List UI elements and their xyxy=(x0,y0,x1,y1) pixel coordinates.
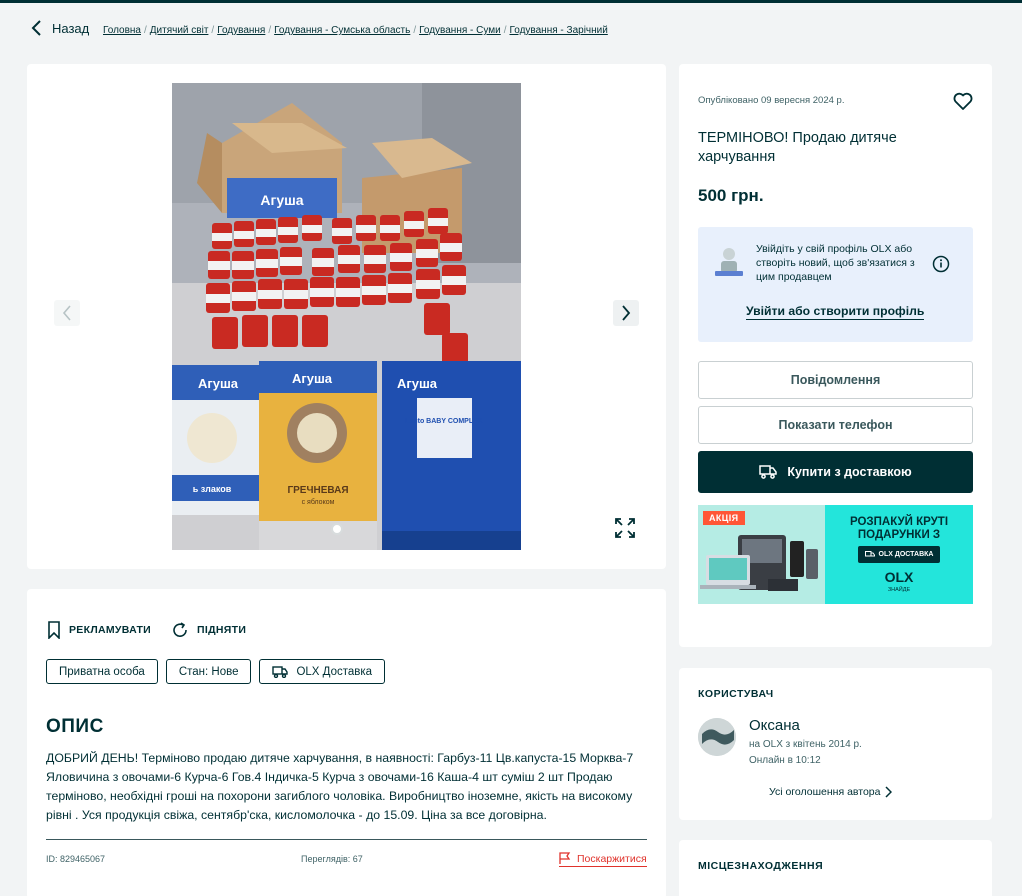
location-section-title: МІСЦЕЗНАХОДЖЕННЯ xyxy=(698,860,824,872)
promo-headline: РОЗПАКУЙ КРУТІ ПОДАРУНКИ З xyxy=(849,516,949,541)
chevron-left-icon xyxy=(62,305,71,321)
back-link[interactable]: Назад xyxy=(30,19,89,37)
box-logo-text: Агуша xyxy=(260,192,303,208)
seller-section-title: КОРИСТУВАЧ xyxy=(698,688,774,700)
raise-label: ПІДНЯТИ xyxy=(197,624,247,636)
seller-since: на OLX з квітень 2014 р. xyxy=(749,739,862,750)
breadcrumb: Головна / Дитячий світ / Годування / Годування… xyxy=(103,25,608,36)
tag-list: Приватна особа Стан: Нове OLX Доставка xyxy=(46,659,386,684)
top-bar xyxy=(0,0,1022,3)
box3-label: Lacto BABY COMPLEX xyxy=(406,418,483,425)
promo-chip-label: OLX ДОСТАВКА xyxy=(878,551,934,558)
raise-button[interactable]: ПІДНЯТИ xyxy=(171,621,246,639)
views-count: Переглядів: 67 xyxy=(301,854,363,864)
all-ads-label: Усі оголошення автора xyxy=(769,786,881,798)
show-phone-button[interactable]: Показати телефон xyxy=(698,406,973,444)
buy-button-label: Купити з доставкою xyxy=(787,465,912,479)
tag-label: Приватна особа xyxy=(59,665,145,678)
promote-button[interactable]: РЕКЛАМУВАТИ xyxy=(47,621,151,639)
listing-sidebar: Опубліковано 09 вересня 2024 р. ТЕРМІНОВ… xyxy=(679,64,992,647)
refresh-icon xyxy=(173,622,187,637)
olx-logo: OLX xyxy=(884,569,914,585)
info-icon[interactable] xyxy=(932,255,950,273)
seller-online: Онлайн в 10:12 xyxy=(749,755,821,766)
promote-label: РЕКЛАМУВАТИ xyxy=(69,624,152,636)
buy-with-delivery-button[interactable]: Купити з доставкою xyxy=(698,451,973,493)
login-prompt-text: Увійдіть у свій профіль OLX або створіть… xyxy=(756,243,915,283)
breadcrumb-home[interactable]: Головна xyxy=(103,25,141,36)
bookmark-icon xyxy=(48,621,60,639)
avatar[interactable] xyxy=(698,718,736,756)
heart-icon xyxy=(953,92,973,110)
published-date: Опубліковано 09 вересня 2024 р. xyxy=(698,95,845,106)
promo-sub: ЗНАЙДЕ xyxy=(887,587,911,593)
fullscreen-button[interactable] xyxy=(611,514,639,542)
baby-food-photo: Агуша Агуша ь злаков Агуша ГРЕЧНЕВАЯ с я… xyxy=(172,83,521,550)
back-label: Назад xyxy=(52,20,90,36)
box1-logo: Агуша xyxy=(198,376,239,391)
photo-indicator-dot[interactable] xyxy=(331,523,343,535)
truck-icon xyxy=(759,465,778,479)
description-text: ДОБРИЙ ДЕНЬ! Терміново продаю дитяче хар… xyxy=(46,751,634,822)
seller-name[interactable]: Оксана xyxy=(749,717,800,734)
breadcrumb-kids[interactable]: Дитячий світ xyxy=(150,25,209,36)
breadcrumb-feeding-city[interactable]: Годування - Суми xyxy=(419,25,501,36)
tag-label: OLX Доставка xyxy=(296,665,373,678)
all-seller-ads-link[interactable]: Усі оголошення автора xyxy=(769,786,893,798)
message-button[interactable]: Повідомлення xyxy=(698,361,973,399)
report-label: Поскаржитися xyxy=(577,852,647,865)
box2-sublabel: с яблоком xyxy=(302,498,335,506)
login-link[interactable]: Увійти або створити профіль xyxy=(746,304,925,320)
chevron-left-icon xyxy=(31,20,41,36)
login-prompt-box: Увійдіть у свій профіль OLX або створіть… xyxy=(698,227,973,342)
chevron-right-icon xyxy=(885,786,893,798)
listing-title: ТЕРМІНОВО! Продаю дитяче харчування xyxy=(698,130,897,165)
promo-banner-image: АКЦІЯ xyxy=(698,505,825,604)
prev-photo-button[interactable] xyxy=(54,300,80,326)
tag-private-person: Приватна особа xyxy=(46,659,158,684)
seller-card: КОРИСТУВАЧ Оксана на OLX з квітень 2014 … xyxy=(679,668,992,820)
description-title: ОПИС xyxy=(46,716,104,737)
location-card: МІСЦЕЗНАХОДЖЕННЯ xyxy=(679,840,992,896)
promo-badge: АКЦІЯ xyxy=(703,511,745,525)
listing-photo[interactable]: Агуша Агуша ь злаков Агуша ГРЕЧНЕВАЯ с я… xyxy=(172,83,521,550)
flag-icon xyxy=(559,852,571,864)
box3-logo: Агуша xyxy=(397,376,438,391)
tag-olx-delivery: OLX Доставка xyxy=(259,659,386,684)
next-photo-button[interactable] xyxy=(613,300,639,326)
breadcrumb-feeding-district[interactable]: Годування - Зарічний xyxy=(510,25,608,36)
favorite-button[interactable] xyxy=(952,90,974,112)
promo-chip: OLX ДОСТАВКА xyxy=(858,546,940,563)
report-button[interactable]: Поскаржитися xyxy=(559,852,647,867)
box2-label: ГРЕЧНЕВАЯ xyxy=(287,485,348,496)
listing-id: ID: 829465067 xyxy=(46,854,106,864)
box1-label: ь злаков xyxy=(193,484,232,494)
breadcrumb-feeding[interactable]: Годування xyxy=(217,25,265,36)
truck-icon xyxy=(272,665,289,678)
chevron-right-icon xyxy=(622,305,631,321)
profile-illustration-icon xyxy=(713,245,747,279)
tag-label: Стан: Нове xyxy=(178,665,239,678)
expand-icon xyxy=(615,518,635,538)
promo-banner-text: РОЗПАКУЙ КРУТІ ПОДАРУНКИ З OLX ДОСТАВКА … xyxy=(825,505,973,604)
tag-condition: Стан: Нове xyxy=(165,659,252,684)
divider xyxy=(46,839,647,840)
breadcrumb-feeding-region[interactable]: Годування - Сумська область xyxy=(274,25,410,36)
listing-details: РЕКЛАМУВАТИ ПІДНЯТИ Приватна особа Стан:… xyxy=(27,589,666,896)
truck-icon xyxy=(864,550,875,556)
box2-logo: Агуша xyxy=(292,371,333,386)
listing-price: 500 грн. xyxy=(698,186,764,205)
photo-gallery: Агуша Агуша ь злаков Агуша ГРЕЧНЕВАЯ с я… xyxy=(27,64,666,569)
promo-banner[interactable]: АКЦІЯ РОЗПАКУЙ КРУТІ ПОДАРУНКИ З OLX ДОС… xyxy=(698,505,973,604)
